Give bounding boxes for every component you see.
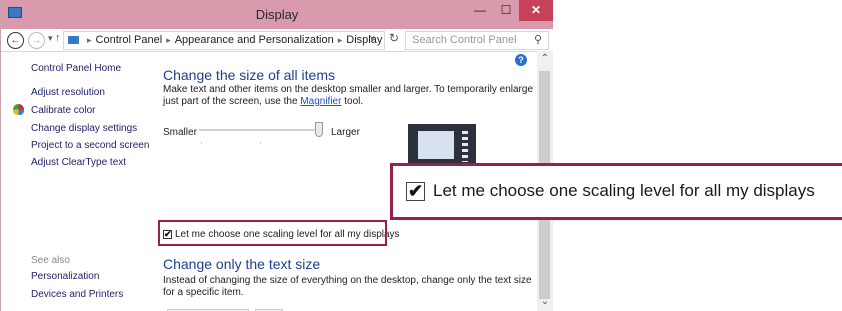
minimize-button[interactable]: — bbox=[467, 0, 493, 21]
scroll-down-arrow-icon[interactable]: ⌄ bbox=[537, 296, 553, 307]
size-description: Make text and other items on the desktop… bbox=[163, 84, 534, 107]
breadcrumb-appearance[interactable]: Appearance and Personalization bbox=[175, 34, 334, 46]
color-calibration-icon bbox=[13, 104, 24, 115]
breadcrumb-display[interactable]: Display bbox=[346, 34, 382, 46]
breadcrumb-separator-icon: ▸ bbox=[166, 35, 171, 45]
slider-max-label: Larger bbox=[331, 127, 360, 138]
recent-locations-dropdown-icon[interactable]: ▾ bbox=[48, 33, 53, 44]
see-also-heading: See also bbox=[31, 255, 70, 266]
search-icon[interactable]: ⚲ bbox=[534, 32, 542, 49]
checkbox-highlight-frame bbox=[158, 220, 387, 246]
help-icon[interactable]: ? bbox=[515, 54, 527, 66]
sidebar-item-calibrate-color[interactable]: Calibrate color bbox=[31, 105, 95, 116]
scaling-slider-thumb[interactable] bbox=[315, 122, 323, 137]
see-also-personalization[interactable]: Personalization bbox=[31, 271, 99, 282]
maximize-button[interactable]: ☐ bbox=[493, 0, 519, 21]
text-size-description: Instead of changing the size of everythi… bbox=[163, 275, 532, 298]
preview-scroll-strip bbox=[462, 128, 468, 162]
slider-tick bbox=[260, 142, 261, 144]
control-panel-small-icon bbox=[68, 36, 79, 44]
breadcrumb-separator-icon: ▸ bbox=[87, 35, 92, 45]
sidebar-item-adjust-cleartype[interactable]: Adjust ClearType text bbox=[31, 157, 126, 168]
breadcrumb-control-panel[interactable]: Control Panel bbox=[96, 34, 163, 46]
address-dropdown-icon[interactable]: ∨ bbox=[369, 33, 376, 44]
see-also-devices-printers[interactable]: Devices and Printers bbox=[31, 289, 123, 300]
callout-checkbox-label: Let me choose one scaling level for all … bbox=[433, 181, 815, 200]
slider-min-label: Smaller bbox=[163, 127, 197, 138]
heading-change-size-all-items: Change the size of all items bbox=[163, 67, 335, 83]
sidebar: Control Panel Home Adjust resolution Cal… bbox=[1, 51, 151, 311]
refresh-icon[interactable]: ↻ bbox=[389, 31, 399, 45]
sidebar-item-adjust-resolution[interactable]: Adjust resolution bbox=[31, 87, 105, 98]
heading-change-text-size: Change only the text size bbox=[163, 256, 321, 272]
display-window: Display — ☐ ✕ ← → ▾ ↑ ▸ Control Panel ▸ App… bbox=[0, 0, 553, 311]
preview-window-thumbnail bbox=[418, 131, 454, 159]
sidebar-item-change-display-settings[interactable]: Change display settings bbox=[31, 123, 137, 134]
slider-tick bbox=[201, 142, 202, 144]
search-input[interactable]: Search Control Panel ⚲ bbox=[405, 31, 549, 50]
back-button[interactable]: ← bbox=[7, 32, 24, 49]
scaling-slider-track[interactable] bbox=[199, 129, 319, 131]
sidebar-item-control-panel-home[interactable]: Control Panel Home bbox=[31, 63, 121, 74]
breadcrumb-separator-icon: ▸ bbox=[337, 35, 343, 45]
up-arrow-icon[interactable]: ↑ bbox=[55, 32, 61, 44]
scroll-up-arrow-icon[interactable]: ⌃ bbox=[537, 53, 553, 64]
title-bar[interactable]: Display — ☐ ✕ bbox=[1, 0, 553, 29]
address-field[interactable]: ▸ Control Panel ▸ Appearance and Personaliz… bbox=[63, 31, 385, 50]
zoomed-checkbox-callout: ✔ Let me choose one scaling level for al… bbox=[390, 163, 842, 220]
magnifier-link[interactable]: Magnifier bbox=[300, 96, 341, 107]
address-toolbar: ← → ▾ ↑ ▸ Control Panel ▸ Appearance and Pe… bbox=[1, 29, 553, 52]
search-placeholder: Search Control Panel bbox=[412, 34, 517, 46]
sidebar-item-project-second-screen[interactable]: Project to a second screen bbox=[31, 140, 149, 151]
display-preview-image bbox=[408, 124, 476, 167]
forward-button[interactable]: → bbox=[28, 32, 45, 49]
close-button[interactable]: ✕ bbox=[519, 0, 553, 21]
callout-checkbox[interactable]: ✔ bbox=[406, 182, 425, 201]
